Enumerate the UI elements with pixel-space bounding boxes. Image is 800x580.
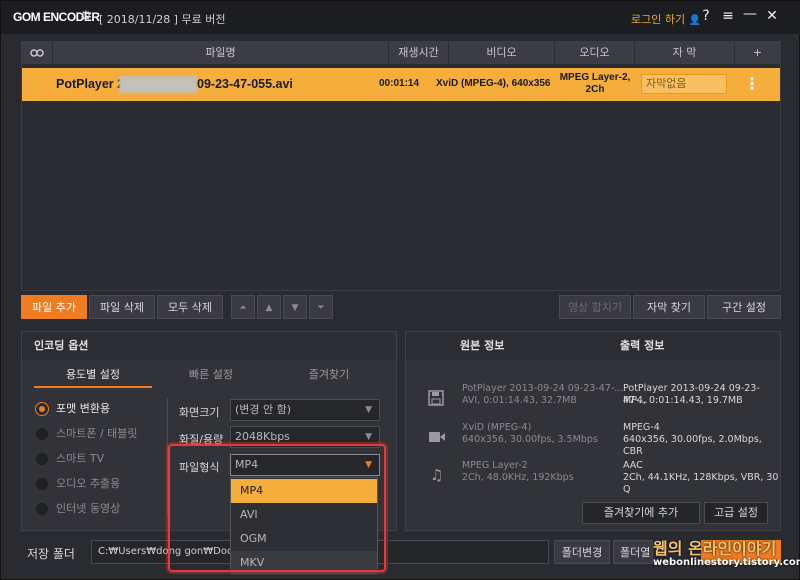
radio-audio-extract[interactable]: 오디오 추출용 [36,475,120,493]
link-icon[interactable] [22,42,52,64]
move-top-icon[interactable]: ⏶ [231,295,255,319]
change-folder-button[interactable]: 폴더변경 [554,540,610,564]
col-audio[interactable]: 오디오 [554,42,634,64]
title-bar: GOM ENCODER ⚙ [ 2018/11/28 ] 무료 버전 로그인 하… [1,1,800,34]
video-output-line2: 640x356, 30.00fps, 2.0Mbps, CBR [623,434,762,457]
radio-internet-video[interactable]: 인터넷 동영상 [36,500,120,518]
login-label: 로그인 하기 [631,13,686,26]
more-options-icon[interactable]: ⋮ [744,74,760,93]
menu-icon[interactable]: ≡ [720,8,736,24]
screen-size-value: (변경 안 함) [235,403,292,416]
col-video[interactable]: 비디오 [448,42,554,64]
gear-icon[interactable]: ⚙ [80,9,92,24]
file-name-end: 09-23-47-055.avi [197,77,293,91]
floppy-icon [428,390,444,410]
move-down-icon[interactable]: ▼ [283,295,307,319]
audio-output-line1: AAC [623,460,643,471]
move-up-icon[interactable]: ▲ [257,295,281,319]
file-list-header: 파일명 재생시간 비디오 오디오 자 막 + [22,42,780,64]
screen-size-select[interactable]: (변경 안 함) ▼ [230,399,380,421]
tab-purpose[interactable]: 용도별 설정 [34,362,152,388]
col-filename[interactable]: 파일명 [52,42,388,64]
tab-quick[interactable]: 빠른 설정 [152,362,270,388]
radio-dot [36,478,48,490]
delete-all-button[interactable]: 모두 삭제 [157,295,223,319]
redacted-region [119,76,197,93]
open-folder-button[interactable]: 폴더열 [613,540,653,564]
audio-output-line2: 2Ch, 44.1KHz, 128Kbps, VBR, 30 Q [623,472,779,495]
video-output-line1: MPEG-4 [623,422,660,433]
radio-label: 인터넷 동영상 [56,502,121,515]
file-audio: MPEG Layer-2, 2Ch [555,72,635,96]
video-camera-icon [428,430,446,448]
output-info-title: 출력 정보 [620,339,665,352]
file-output-line2: MP4, 0:01:14.43, 19.7MB [623,395,743,406]
video-source-line1: XviD (MPEG-4) [462,422,532,433]
radio-dot [36,503,48,515]
radio-dot [36,453,48,465]
file-audio-line2: 2Ch [585,84,605,95]
file-source-line2: AVI, 0:01:14.43, 32.7MB [462,395,577,406]
delete-file-button[interactable]: 파일 삭제 [89,295,155,319]
screen-size-label: 화면크기 [179,406,220,419]
audio-source-line1: MPEG Layer-2 [462,460,528,471]
col-subtitle[interactable]: 자 막 [634,42,734,64]
add-favorite-button[interactable]: 즐겨찾기에 추가 [582,502,700,524]
music-note-icon: ♫ [430,466,444,484]
file-source-line1: PotPlayer 2013-09-24 09-23-47-... [462,383,624,394]
radio-format-convert[interactable]: 포맷 변환용 [36,400,110,418]
radio-smart-tv[interactable]: 스마트 TV [36,450,104,468]
save-folder-label: 저장 폴더 [27,547,75,561]
watermark-title: 웹의 온라인이야기 [653,539,777,558]
section-setting-button[interactable]: 구간 설정 [707,295,781,319]
video-source-line2: 640x356, 30.00fps, 3.5Mbps [462,434,598,445]
col-duration[interactable]: 재생시간 [388,42,448,64]
watermark-url: webonlinestory.tistory.com [653,557,800,568]
file-row[interactable]: PotPlayer 20 09-23-47-055.avi 00:01:14 X… [22,68,780,101]
radio-smartphone[interactable]: 스마트폰 / 태블릿 [36,425,138,443]
radio-dot [36,428,48,440]
radio-label: 오디오 추출용 [56,477,121,490]
add-column-button[interactable]: + [734,42,780,64]
quality-value: 2048Kbps [235,430,290,443]
source-info-title: 원본 정보 [460,339,505,352]
tab-favorites[interactable]: 즐겨찾기 [270,362,388,388]
find-subtitle-button[interactable]: 자막 찾기 [633,295,705,319]
move-bottom-icon[interactable]: ⏷ [309,295,333,319]
radio-label: 포맷 변환용 [56,402,111,415]
highlight-frame [168,444,386,572]
close-icon[interactable]: ✕ [764,8,780,24]
file-video: XviD (MPEG-4), 640x356 [436,78,551,89]
chevron-down-icon: ▼ [365,405,372,415]
subtitle-field[interactable]: 자막없음 [641,74,727,94]
file-list: 파일명 재생시간 비디오 오디오 자 막 + PotPlayer 20 09-2… [21,41,781,291]
radio-label: 스마트 TV [56,452,105,465]
audio-source-line2: 2Ch, 48.0KHz, 192Kbps [462,472,574,483]
merge-video-button[interactable]: 영상 합치기 [559,295,631,319]
gom-encoder-window: GOM ENCODER ⚙ [ 2018/11/28 ] 무료 버전 로그인 하… [0,0,800,580]
file-audio-line1: MPEG Layer-2, [559,72,631,83]
file-duration: 00:01:14 [379,78,420,89]
version-label: [ 2018/11/28 ] 무료 버전 [99,13,226,26]
login-link[interactable]: 로그인 하기 👤 [631,11,701,27]
advanced-settings-button[interactable]: 고급 설정 [704,502,768,524]
encoding-options-title: 인코딩 옵션 [22,332,396,360]
info-panel: 원본 정보 출력 정보 PotPlayer 2013-09-24 09-23-4… [405,331,781,531]
minimize-icon[interactable]: — [742,6,758,22]
radio-label: 스마트폰 / 태블릿 [56,427,138,440]
add-file-button[interactable]: 파일 추가 [21,295,87,319]
radio-dot [36,403,48,415]
help-icon[interactable]: ? [698,8,714,24]
